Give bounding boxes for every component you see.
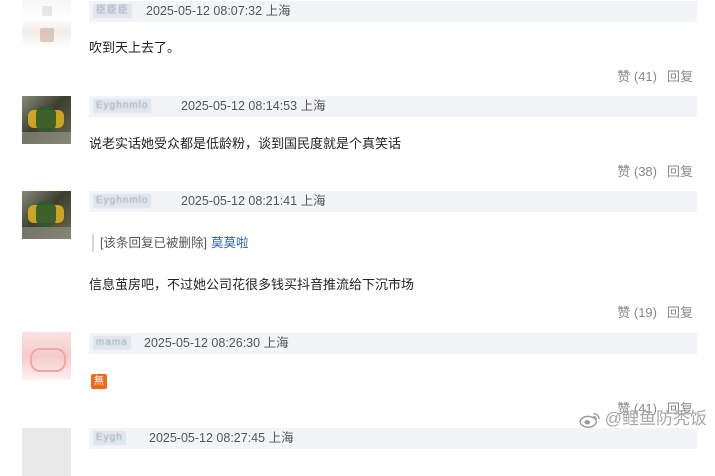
emoji-icon: 無 <box>91 374 107 389</box>
avatar[interactable] <box>22 96 71 144</box>
timestamp: 2025-05-12 08:27:45 <box>149 431 266 445</box>
reply-button[interactable]: 回复 <box>667 69 693 84</box>
location: 上海 <box>268 431 294 445</box>
comment-meta: 2025-05-12 08:07:32 上海 <box>146 3 291 20</box>
username[interactable]: mama <box>93 336 131 350</box>
avatar[interactable] <box>22 0 71 48</box>
avatar[interactable] <box>22 191 71 239</box>
avatar[interactable] <box>22 332 71 380</box>
location: 上海 <box>265 4 291 18</box>
comment-header: Eyghnmlo 2025-05-12 08:21:41 上海 <box>89 191 697 212</box>
comment-actions: 赞 (41) 回复 <box>617 68 693 86</box>
location: 上海 <box>300 99 326 113</box>
like-button[interactable]: 赞 (19) <box>617 305 657 320</box>
comment-text: 吹到天上去了。 <box>89 40 181 55</box>
location: 上海 <box>300 194 326 208</box>
comment-text: 信息茧房吧，不过她公司花很多钱买抖音推流给下沉市场 <box>89 277 415 292</box>
comment-meta: 2025-05-12 08:14:53 上海 <box>181 98 326 115</box>
comment-header: Eyghnmlo 2025-05-12 08:14:53 上海 <box>89 96 697 117</box>
timestamp: 2025-05-12 08:21:41 <box>181 194 298 208</box>
username[interactable]: Eyghnmlo <box>93 194 152 208</box>
quoted-reply: [该条回复已被删除] 莫莫啦 <box>92 234 248 252</box>
like-button[interactable]: 赞 (41) <box>617 69 657 84</box>
like-button[interactable]: 赞 (38) <box>617 164 657 179</box>
timestamp: 2025-05-12 08:07:32 <box>146 4 263 18</box>
comment-meta: 2025-05-12 08:26:30 上海 <box>144 335 289 352</box>
comment-actions: 赞 (38) 回复 <box>617 163 693 181</box>
timestamp: 2025-05-12 08:14:53 <box>181 99 298 113</box>
reply-button[interactable]: 回复 <box>667 164 693 179</box>
comment-actions: 赞 (19) 回复 <box>617 304 693 322</box>
comment-meta: 2025-05-12 08:21:41 上海 <box>181 193 326 210</box>
timestamp: 2025-05-12 08:26:30 <box>144 336 261 350</box>
quoted-username[interactable]: 莫莫啦 <box>211 236 249 250</box>
deleted-notice: [该条回复已被删除] <box>100 236 207 250</box>
comment-text: 说老实话她受众都是低龄粉，谈到国民度就是个真笑话 <box>89 136 402 151</box>
username[interactable]: Eyghnmlo <box>93 99 152 113</box>
weibo-logo-icon <box>579 412 600 428</box>
comment-header: mama 2025-05-12 08:26:30 上海 <box>89 333 697 354</box>
comment-meta: 2025-05-12 08:27:45 上海 <box>149 430 294 447</box>
watermark-text: @鲤鱼防秃饭 <box>604 409 707 428</box>
watermark: @鲤鱼防秃饭 <box>579 408 707 430</box>
reply-button[interactable]: 回复 <box>667 305 693 320</box>
location: 上海 <box>263 336 289 350</box>
comment-header: 臣臣臣 2025-05-12 08:07:32 上海 <box>89 1 697 22</box>
comment-header: Eygh 2025-05-12 08:27:45 上海 <box>89 428 697 449</box>
avatar[interactable] <box>22 428 71 476</box>
username[interactable]: 臣臣臣 <box>93 4 132 18</box>
username[interactable]: Eygh <box>93 431 126 445</box>
